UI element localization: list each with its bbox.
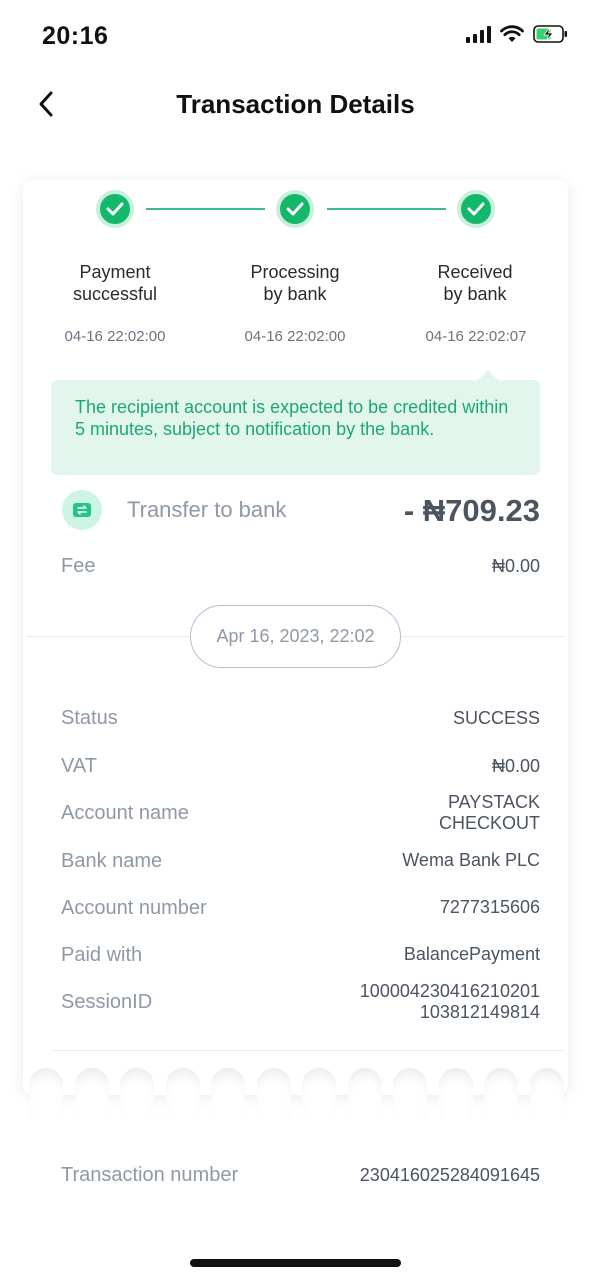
step-time-payment: 04-16 22:02:00 bbox=[64, 328, 166, 345]
step-label-line: successful bbox=[72, 284, 158, 304]
step-time-processing: 04-16 22:02:00 bbox=[244, 328, 346, 345]
session-id-label: SessionID bbox=[61, 991, 153, 1013]
transaction-number-value: 230416025284091645 bbox=[359, 1165, 540, 1185]
cellular-signal-icon bbox=[466, 25, 491, 43]
status-value: SUCCESS bbox=[453, 708, 540, 729]
transfer-type-label: Transfer to bank bbox=[127, 497, 287, 522]
step-complete-icon bbox=[96, 190, 134, 228]
progress-line-2 bbox=[327, 208, 446, 210]
step-label-payment: Payment successful bbox=[35, 261, 195, 305]
battery-charging-icon bbox=[533, 25, 567, 43]
account-name-line: CHECKOUT bbox=[438, 813, 540, 833]
transaction-number-label: Transaction number bbox=[61, 1164, 239, 1186]
vat-value: ₦0.00 bbox=[492, 756, 540, 777]
status-icons bbox=[466, 24, 569, 44]
transaction-date-pill: Apr 16, 2023, 22:02 bbox=[190, 605, 401, 668]
account-name-line: PAYSTACK bbox=[447, 792, 540, 812]
step-time-received: 04-16 22:02:07 bbox=[425, 328, 527, 345]
bank-name-text: Wema Bank PLC bbox=[402, 850, 540, 870]
session-id-line: 103812149814 bbox=[419, 1002, 540, 1022]
account-number-value: 7277315606 bbox=[440, 897, 540, 918]
paid-with-value: BalancePayment bbox=[404, 944, 540, 965]
step-label-line: by bank bbox=[263, 284, 327, 304]
paid-with-label: Paid with bbox=[61, 944, 143, 966]
step-label-processing: Processing by bank bbox=[215, 261, 375, 305]
step-label-line: Processing bbox=[250, 262, 340, 282]
session-id-line: 100004230416210201 bbox=[359, 981, 540, 1001]
step-label-line: by bank bbox=[443, 284, 507, 304]
status-value-text: SUCCESS bbox=[452, 708, 540, 728]
divider bbox=[51, 1050, 565, 1051]
vat-value-text: ₦0.00 bbox=[491, 756, 540, 776]
notice-pointer bbox=[478, 370, 498, 380]
home-indicator[interactable] bbox=[190, 1259, 401, 1267]
account-number-label: Account number bbox=[61, 897, 207, 919]
wifi-icon bbox=[500, 25, 524, 42]
status-label: Status bbox=[61, 707, 118, 729]
fee-label: Fee bbox=[61, 555, 96, 577]
session-id-value: 100004230416210201 103812149814 bbox=[360, 981, 540, 1023]
transfer-icon bbox=[62, 490, 102, 530]
paid-with-text: BalancePayment bbox=[403, 944, 540, 964]
account-number-text: 7277315606 bbox=[439, 897, 540, 917]
step-complete-icon bbox=[276, 190, 314, 228]
vat-label: VAT bbox=[61, 755, 97, 777]
account-name-label: Account name bbox=[61, 802, 189, 824]
status-bar: 20:16 bbox=[0, 0, 591, 72]
header: Transaction Details bbox=[0, 72, 591, 138]
step-label-line: Received bbox=[437, 262, 513, 282]
credit-notice: The recipient account is expected to be … bbox=[51, 380, 540, 475]
step-complete-icon bbox=[457, 190, 495, 228]
page-title: Transaction Details bbox=[176, 89, 415, 119]
progress-line-1 bbox=[146, 208, 265, 210]
step-label-received: Received by bank bbox=[395, 261, 555, 305]
transfer-amount: - ₦709.23 bbox=[403, 493, 540, 528]
bank-name-value: Wema Bank PLC bbox=[402, 850, 540, 871]
receipt-scalloped-edge bbox=[23, 1068, 568, 1128]
account-name-value: PAYSTACK CHECKOUT bbox=[439, 792, 540, 834]
status-time: 20:16 bbox=[42, 22, 109, 50]
step-label-line: Payment bbox=[79, 262, 151, 282]
bank-name-label: Bank name bbox=[61, 850, 163, 872]
fee-value: ₦0.00 bbox=[491, 556, 540, 576]
